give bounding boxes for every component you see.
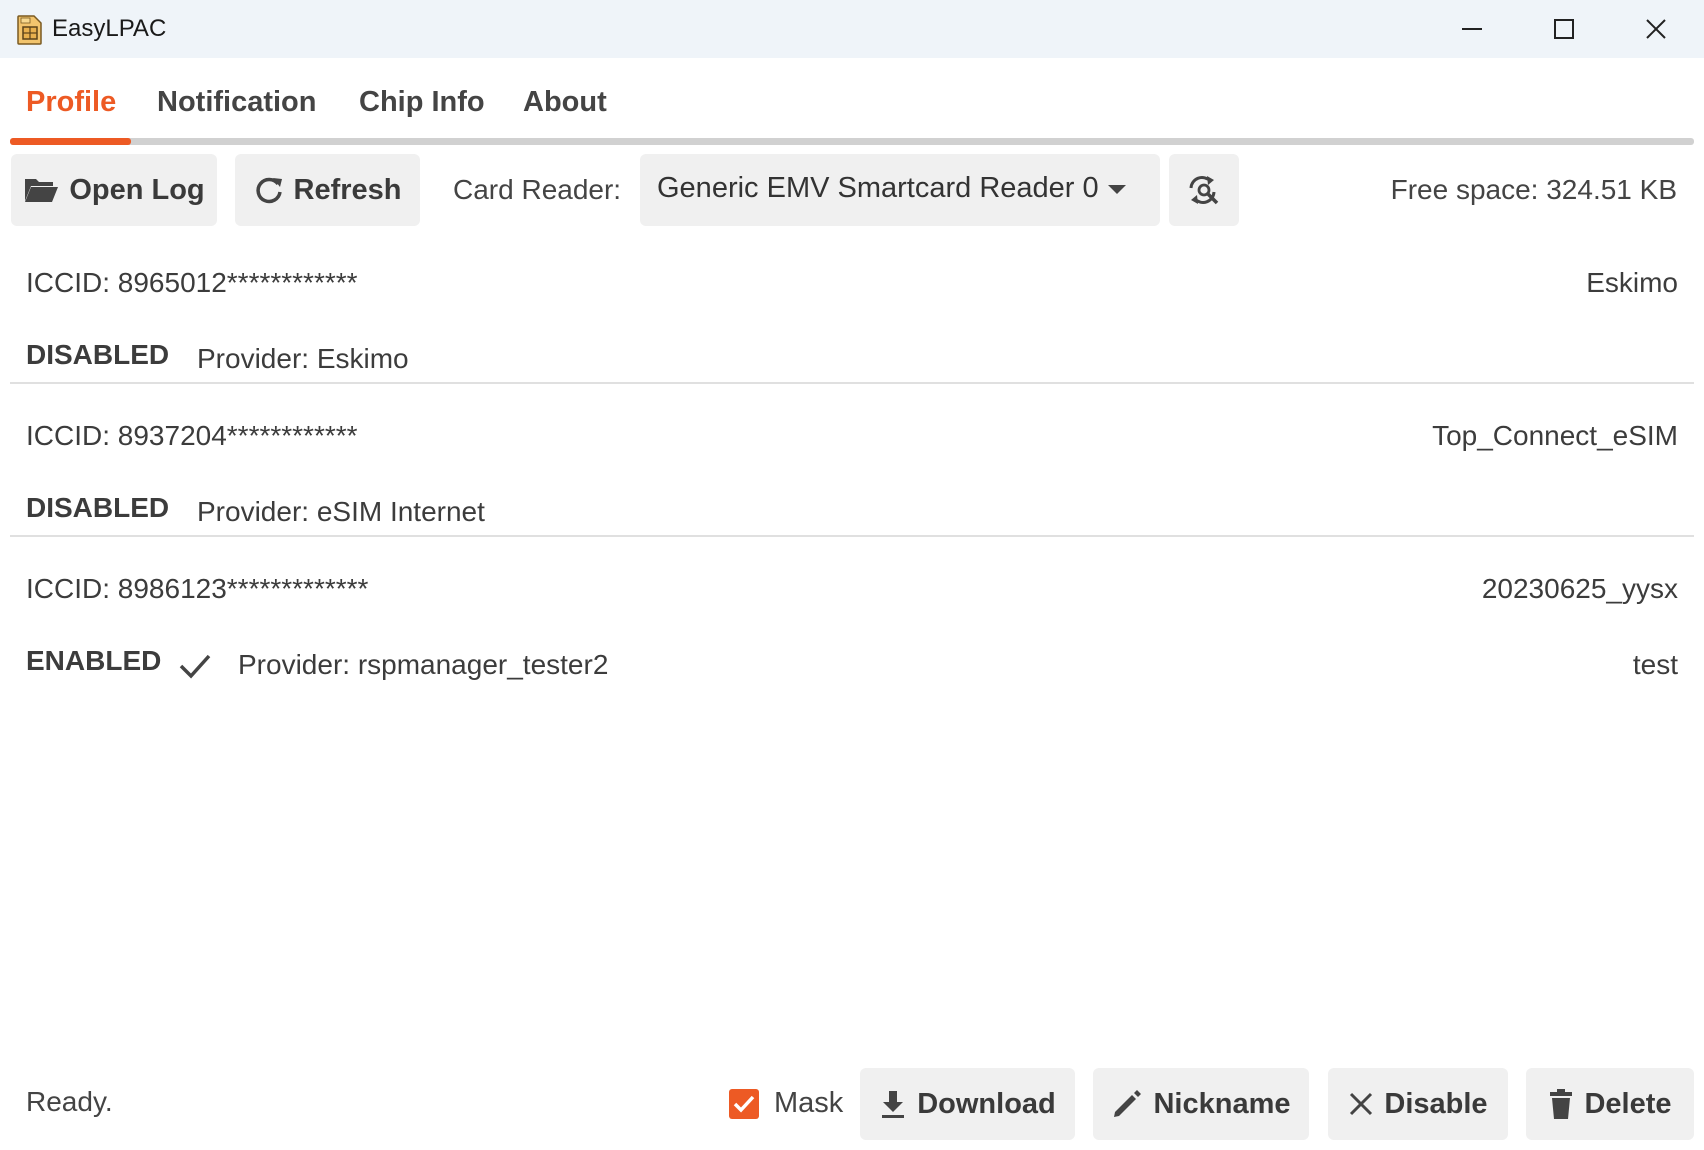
scan-readers-button[interactable] — [1169, 154, 1239, 226]
tab-track — [10, 138, 1694, 145]
tab-profile[interactable]: Profile — [26, 82, 116, 122]
row-divider — [10, 535, 1694, 537]
profile-iccid: ICCID: 8937204************ — [26, 420, 358, 451]
mask-label[interactable]: Mask — [774, 1087, 843, 1120]
profile-provider: Provider: eSIM Internet — [197, 496, 485, 527]
window-title: EasyLPAC — [52, 15, 167, 42]
profile-name: Eskimo — [1586, 267, 1678, 298]
x-icon — [1348, 1091, 1374, 1117]
disable-button[interactable]: Disable — [1328, 1068, 1508, 1140]
profile-iccid: ICCID: 8986123************* — [26, 573, 369, 604]
folder-open-icon — [23, 175, 59, 205]
profile-row[interactable]: ICCID: 8965012************ Eskimo DISABL… — [10, 247, 1694, 399]
maximize-icon — [1554, 19, 1574, 39]
download-button[interactable]: Download — [860, 1068, 1075, 1140]
mask-checkbox[interactable] — [729, 1089, 759, 1119]
card-reader-label: Card Reader: — [453, 174, 622, 205]
row-divider — [10, 382, 1694, 384]
card-reader-value: Generic EMV Smartcard Reader 0 — [657, 172, 1099, 204]
profile-state: ENABLED — [26, 645, 162, 676]
check-icon — [733, 1095, 755, 1113]
trash-icon — [1548, 1088, 1574, 1120]
download-label: Download — [917, 1087, 1056, 1120]
profile-row[interactable]: ICCID: 8986123************* 20230625_yys… — [10, 553, 1694, 705]
download-icon — [879, 1089, 907, 1119]
pencil-icon — [1111, 1088, 1143, 1120]
nickname-button[interactable]: Nickname — [1093, 1068, 1309, 1140]
close-button[interactable] — [1610, 0, 1702, 58]
nickname-label: Nickname — [1153, 1087, 1291, 1120]
profile-provider: Provider: rspmanager_tester2 — [238, 649, 609, 680]
free-space-text: Free space: 324.51 KB — [1390, 174, 1677, 205]
refresh-search-icon — [1189, 176, 1219, 205]
close-icon — [1646, 19, 1666, 39]
minimize-icon — [1462, 28, 1482, 30]
minimize-button[interactable] — [1426, 0, 1518, 58]
refresh-icon — [254, 175, 284, 205]
card-reader-select[interactable]: Generic EMV Smartcard Reader 0 — [640, 154, 1160, 226]
tab-chip-info[interactable]: Chip Info — [359, 82, 485, 122]
delete-button[interactable]: Delete — [1526, 1068, 1694, 1140]
active-tab-indicator — [10, 138, 131, 145]
disable-label: Disable — [1384, 1087, 1488, 1120]
profile-state: DISABLED — [26, 492, 170, 523]
app-window: EasyLPAC Profile Notification Chip Info … — [0, 0, 1704, 1150]
status-text: Ready. — [26, 1086, 113, 1117]
open-log-button[interactable]: Open Log — [11, 154, 217, 226]
chevron-down-icon — [1108, 185, 1126, 194]
profile-nickname: test — [1632, 649, 1678, 680]
refresh-label: Refresh — [293, 173, 402, 206]
tab-notification[interactable]: Notification — [157, 82, 317, 122]
title-bar: EasyLPAC — [0, 0, 1704, 58]
profile-name: 20230625_yysx — [1481, 573, 1678, 604]
open-log-label: Open Log — [69, 173, 205, 206]
tab-about[interactable]: About — [523, 82, 607, 122]
profile-name: Top_Connect_eSIM — [1432, 420, 1678, 451]
refresh-button[interactable]: Refresh — [235, 154, 420, 226]
delete-label: Delete — [1584, 1087, 1672, 1120]
checkmark-icon — [179, 654, 211, 679]
profile-state: DISABLED — [26, 339, 170, 370]
sim-card-icon — [17, 15, 42, 45]
profile-row[interactable]: ICCID: 8937204************ Top_Connect_e… — [10, 400, 1694, 552]
profile-provider: Provider: Eskimo — [197, 343, 409, 374]
profile-iccid: ICCID: 8965012************ — [26, 267, 358, 298]
maximize-button[interactable] — [1518, 0, 1610, 58]
